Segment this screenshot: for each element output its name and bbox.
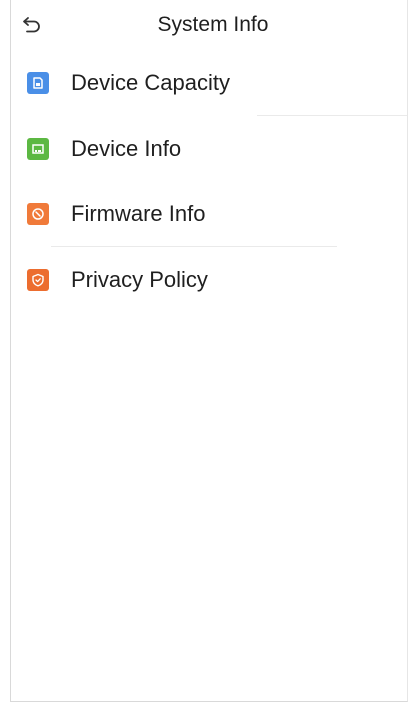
menu-item-device-info[interactable]: Device Info bbox=[11, 116, 407, 181]
back-arrow-icon bbox=[23, 17, 40, 33]
storage-card-icon bbox=[27, 71, 49, 94]
menu-item-label: Privacy Policy bbox=[71, 266, 208, 292]
menu-item-device-capacity[interactable]: Device Capacity bbox=[11, 50, 407, 115]
menu-item-label: Firmware Info bbox=[71, 200, 206, 226]
system-info-menu: Device Capacity Device Info Firmware Inf… bbox=[11, 50, 407, 312]
back-button[interactable] bbox=[21, 14, 43, 36]
shield-icon bbox=[27, 268, 49, 291]
device-info-icon bbox=[27, 137, 49, 160]
system-info-screen: System Info Device Capacity Device Info bbox=[10, 0, 408, 702]
page-title: System Info bbox=[157, 13, 269, 36]
menu-item-label: Device Capacity bbox=[71, 69, 230, 95]
firmware-icon bbox=[27, 202, 49, 225]
menu-item-label: Device Info bbox=[71, 135, 182, 161]
header-bar: System Info bbox=[11, 0, 407, 50]
menu-item-privacy-policy[interactable]: Privacy Policy bbox=[11, 247, 407, 312]
menu-item-firmware-info[interactable]: Firmware Info bbox=[11, 181, 407, 246]
